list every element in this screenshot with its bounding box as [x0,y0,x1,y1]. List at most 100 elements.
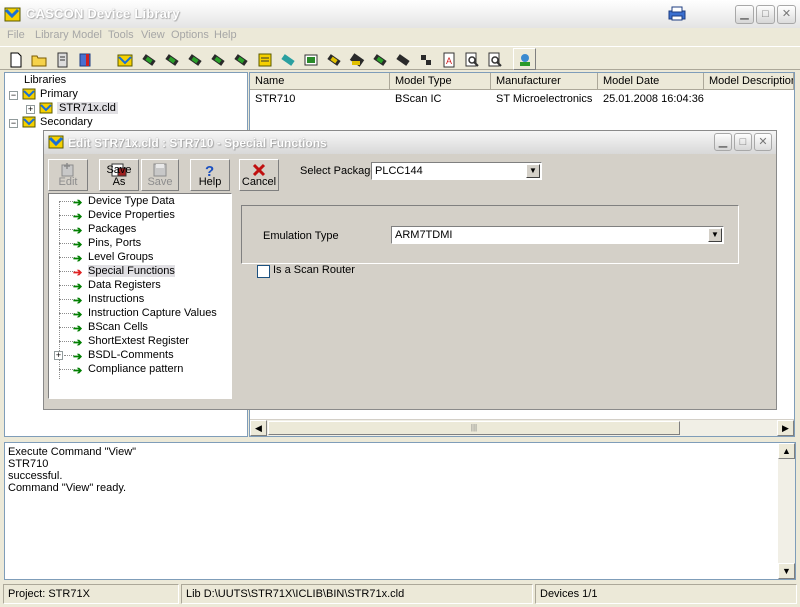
save-button-label: Save [147,176,173,188]
edit-button-label: Edit [58,176,78,188]
edit-button[interactable]: Edit [48,159,88,191]
library-yellow-button[interactable] [113,48,136,70]
properties-button[interactable] [73,48,96,70]
dialog-title: Edit STR71x.cld : STR710 - Special Funct… [68,136,327,150]
cell-name[interactable]: STR710 [250,91,390,107]
chip-button-3[interactable] [183,48,206,70]
scan-router-checkbox[interactable] [257,265,270,278]
scroll-right-button[interactable]: ▶ [777,420,794,436]
column-header-model-description[interactable]: Model Description [704,73,794,90]
pdf-button[interactable]: A [437,48,460,70]
dialog-close-button[interactable]: ✕ [754,133,772,151]
dialog-minimize-button[interactable]: ▁ [714,133,732,151]
emulation-type-dropdown[interactable]: ARM7TDMI ▼ [391,226,724,244]
menu-view[interactable]: View [141,29,165,41]
new-file-button[interactable] [4,48,27,70]
tree-item-secondary[interactable]: Secondary [40,116,93,128]
chip-button-11[interactable] [414,48,437,70]
function-item-shortextest-register[interactable]: ➔ ShortExtest Register [49,335,229,349]
function-item-special-functions[interactable]: ➔ Special Functions [49,265,229,279]
pin-editor-button[interactable] [299,48,322,70]
function-item-instruction-capture-values[interactable]: ➔ Instruction Capture Values [49,307,229,321]
open-folder-button[interactable] [27,48,50,70]
tree-collapse-toggle[interactable]: − [9,91,18,100]
chip-button-5[interactable] [229,48,252,70]
function-item-device-type-data[interactable]: ➔ Device Type Data [49,195,229,209]
printer-icon[interactable] [668,5,686,22]
select-package-label: Select Package [300,165,377,177]
function-item-device-properties[interactable]: ➔ Device Properties [49,209,229,223]
scroll-down-button[interactable]: ▼ [778,563,795,579]
chip-button-8[interactable] [345,48,368,70]
scroll-thumb[interactable]: ||| [268,421,680,435]
chip-button-9[interactable] [368,48,391,70]
chip-button-1[interactable] [137,48,160,70]
function-item-bsdl-comments[interactable]: + ➔ BSDL-Comments [49,349,229,363]
scan-router-label[interactable]: Is a Scan Router [273,264,355,276]
menu-library[interactable]: Library [35,29,69,41]
chip-button-4[interactable] [206,48,229,70]
column-header-model-date[interactable]: Model Date [598,73,704,90]
function-item-compliance-pattern[interactable]: ➔ Compliance pattern [49,363,229,377]
menu-file[interactable]: File [7,29,25,41]
scroll-up-button[interactable]: ▲ [778,443,795,459]
tree-item-primary[interactable]: Primary [40,88,78,100]
chip-button-10[interactable] [391,48,414,70]
document-icon [57,52,68,68]
close-button[interactable]: ✕ [777,5,796,24]
chip-button-6[interactable] [276,48,299,70]
tree-expand-toggle[interactable]: + [54,351,63,360]
function-item-data-registers[interactable]: ➔ Data Registers [49,279,229,293]
cancel-button[interactable]: Cancel [239,159,279,191]
log-line: successful. [8,470,63,482]
function-item-bscan-cells[interactable]: ➔ BScan Cells [49,321,229,335]
chip-button-7[interactable] [322,48,345,70]
column-header-manufacturer[interactable]: Manufacturer [491,73,598,90]
minimize-button[interactable]: ▁ [735,5,754,24]
document-button[interactable] [50,48,73,70]
chevron-down-icon[interactable]: ▼ [708,228,722,242]
column-header-model-type[interactable]: Model Type [390,73,491,90]
maximize-button[interactable]: □ [756,5,775,24]
window-title: CASCON Device Library [26,6,180,21]
menu-tools[interactable]: Tools [108,29,134,41]
cell-model-type[interactable]: BScan IC [390,91,491,107]
function-item-pins-ports[interactable]: ➔ Pins, Ports [49,237,229,251]
help-button-label: Help [198,176,222,188]
function-item-level-groups[interactable]: ➔ Level Groups [49,251,229,265]
find-next-button[interactable] [483,48,506,70]
menu-options[interactable]: Options [171,29,209,41]
save-button[interactable]: Save [141,159,179,191]
output-log-panel: Execute Command "View" STR710 successful… [4,442,796,580]
horizontal-scrollbar[interactable]: ◀ ||| ▶ [250,419,794,436]
arrow-right-icon: ➔ [73,309,83,321]
chip-icon [327,54,341,66]
library-icon [117,54,133,67]
column-header-name[interactable]: Name [250,73,390,90]
function-item-packages[interactable]: ➔ Packages [49,223,229,237]
scroll-left-button[interactable]: ◀ [250,420,267,436]
cancel-button-label: Cancel [241,176,277,188]
vertical-scrollbar[interactable]: ▲ ▼ [778,443,795,579]
function-tree: ➔ Device Type Data ➔ Device Properties ➔ Pa… [48,193,232,399]
chevron-down-icon[interactable]: ▼ [526,164,540,178]
cell-model-date[interactable]: 25.01.2008 16:04:36 [598,91,704,107]
dialog-maximize-button[interactable]: □ [734,133,752,151]
library-group-icon [22,87,36,104]
menu-model[interactable]: Model [72,29,102,41]
notes-button[interactable] [253,48,276,70]
network-button[interactable] [513,48,536,70]
cell-manufacturer[interactable]: ST Microelectronics [491,91,598,107]
select-package-dropdown[interactable]: PLCC144 ▼ [371,162,542,180]
tree-expand-toggle[interactable]: + [26,105,35,114]
save-as-button[interactable]: Save As [99,159,139,191]
emulation-group-box: Emulation Type ARM7TDMI ▼ [241,205,739,264]
chip-icon [349,53,365,67]
help-button[interactable]: ? Help [190,159,230,191]
find-button[interactable] [460,48,483,70]
function-item-instructions[interactable]: ➔ Instructions [49,293,229,307]
chip-button-2[interactable] [160,48,183,70]
menu-help[interactable]: Help [214,29,237,41]
tree-item-str71x[interactable]: STR71x.cld [57,102,118,114]
tree-collapse-toggle[interactable]: − [9,119,18,128]
